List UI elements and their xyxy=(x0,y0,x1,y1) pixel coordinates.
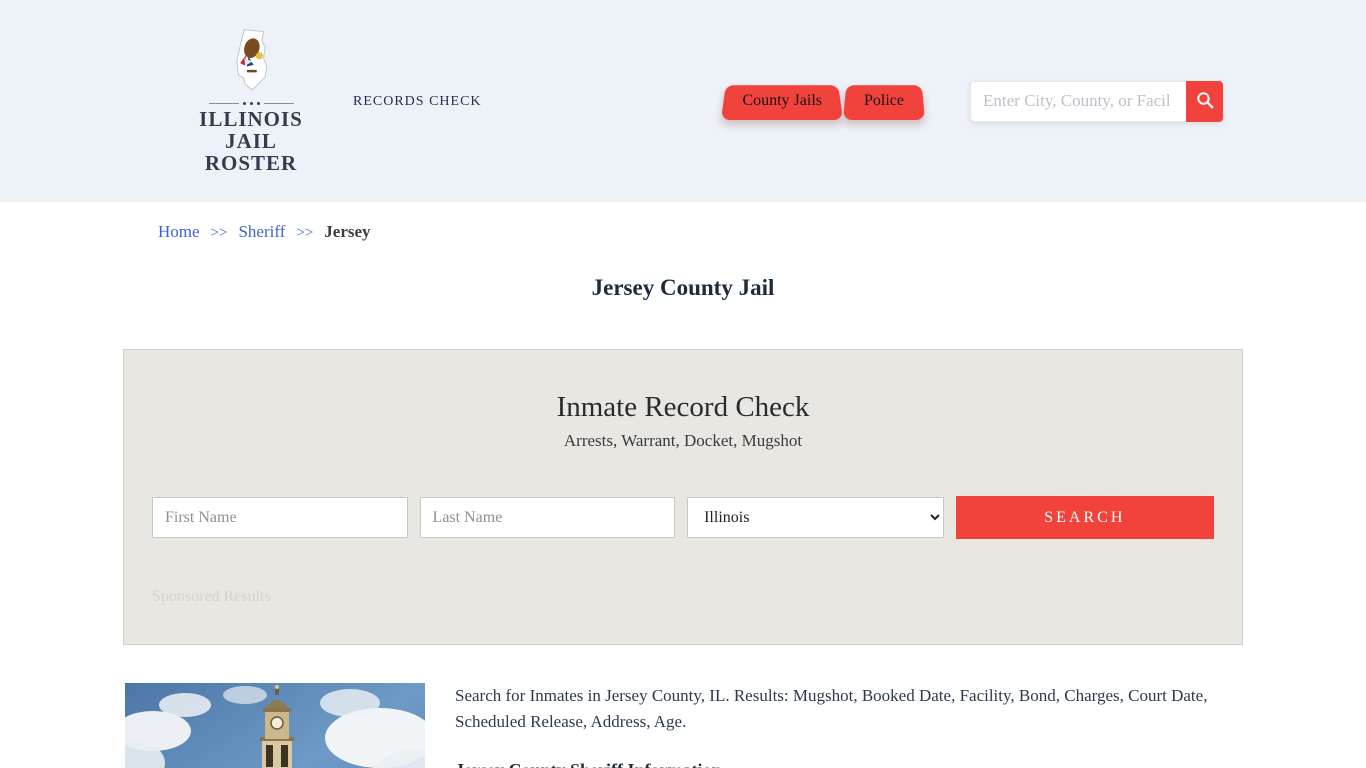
nav-police-button[interactable]: Police xyxy=(843,82,925,120)
nav-police-label: Police xyxy=(864,92,904,109)
courthouse-photo xyxy=(125,683,425,768)
inmate-check-subtitle: Arrests, Warrant, Docket, Mugshot xyxy=(563,431,803,450)
breadcrumb: Home >> Sheriff >> Jersey xyxy=(123,222,1243,242)
county-intro-text: Search for Inmates in Jersey County, IL.… xyxy=(455,686,1208,731)
records-check-label: RECORDS CHECK xyxy=(353,94,482,109)
breadcrumb-sheriff-link[interactable]: Sheriff xyxy=(238,222,285,242)
nav-county-jails-label: County Jails xyxy=(742,92,822,109)
logo-title-line1: ILLINOIS xyxy=(199,106,303,131)
inmate-search-button[interactable]: SEARCH xyxy=(955,496,1214,539)
illinois-state-seal-icon xyxy=(185,28,317,100)
logo-divider xyxy=(185,101,317,105)
inmate-check-title: Inmate Record Check xyxy=(556,391,810,423)
breadcrumb-home-link[interactable]: Home xyxy=(158,222,200,242)
search-icon xyxy=(1195,90,1215,113)
header-search-input[interactable] xyxy=(970,80,1186,122)
last-name-input[interactable] xyxy=(419,497,676,538)
first-name-input[interactable] xyxy=(152,497,408,538)
header-search xyxy=(970,80,1223,122)
breadcrumb-current: Jersey xyxy=(324,222,371,241)
site-header: ILLINOIS JAIL ROSTER RECORDS CHECK Count… xyxy=(0,0,1366,202)
header-search-button[interactable] xyxy=(1186,80,1223,122)
state-select[interactable]: Illinois xyxy=(687,497,944,538)
site-logo[interactable]: ILLINOIS JAIL ROSTER xyxy=(185,28,317,174)
logo-title-line2: JAIL ROSTER xyxy=(204,128,298,176)
content-section: Search for Inmates in Jersey County, IL.… xyxy=(123,683,1243,768)
header-nav: County Jails Police xyxy=(721,82,925,120)
breadcrumb-separator: >> xyxy=(296,225,314,241)
sheriff-info-heading: Jersey County Sheriff Information xyxy=(455,760,1243,768)
inmate-record-check-panel: Inmate Record Check Arrests, Warrant, Do… xyxy=(123,349,1243,645)
inmate-search-form: Illinois SEARCH xyxy=(152,496,1214,539)
breadcrumb-separator: >> xyxy=(210,225,228,241)
sponsored-results-label: Sponsored Results xyxy=(152,588,271,605)
nav-county-jails-button[interactable]: County Jails xyxy=(721,82,843,120)
page-title: Jersey County Jail xyxy=(591,275,775,300)
